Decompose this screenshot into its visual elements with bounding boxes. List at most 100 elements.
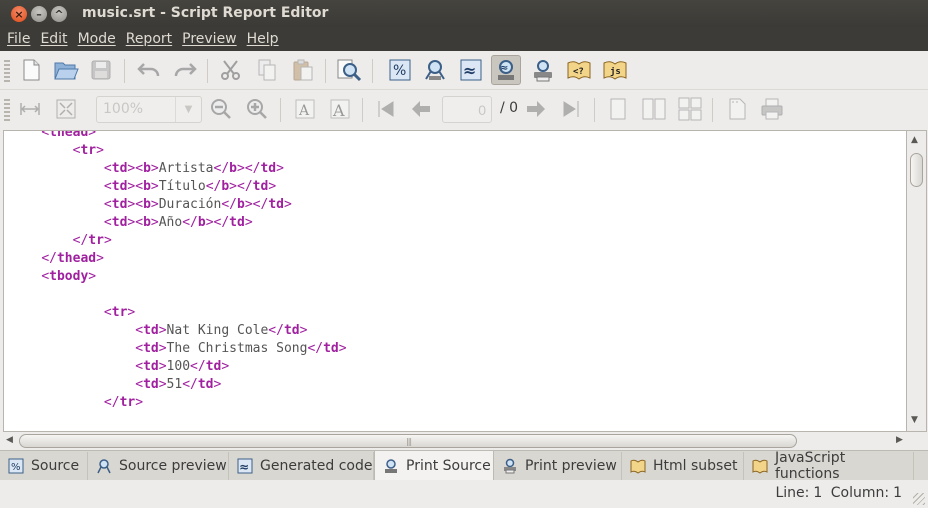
source-editor[interactable]: <thead> <tr> <td><b>Artista</b></td> <td…	[3, 130, 907, 432]
code-token: >	[150, 161, 159, 176]
zoom-combo[interactable]: 100% ▼	[96, 96, 202, 123]
tab-javascript-functions[interactable]: JavaScript functions	[744, 450, 914, 482]
close-window-button[interactable]: ×	[11, 6, 27, 22]
menu-edit[interactable]: Edit	[35, 31, 72, 47]
single-page-button[interactable]	[603, 94, 633, 124]
font-smaller-button[interactable]: A	[290, 94, 320, 124]
svg-text:A: A	[332, 101, 345, 120]
find-button[interactable]	[334, 55, 364, 85]
page-number-input[interactable]	[442, 96, 492, 123]
tab-print-preview[interactable]: Print preview	[494, 452, 622, 480]
code-token: ></	[205, 215, 230, 230]
fit-width-button[interactable]	[15, 94, 45, 124]
redo-button[interactable]	[170, 55, 200, 85]
svg-text:≈: ≈	[500, 63, 508, 74]
code-token: >	[88, 269, 97, 284]
code-line: </thead>	[10, 250, 347, 268]
code-token: thead	[49, 130, 89, 140]
column-value: 1	[893, 485, 902, 501]
copy-button[interactable]	[252, 55, 282, 85]
source-preview-mode-icon	[425, 60, 445, 80]
last-page-icon	[563, 101, 579, 117]
fit-page-button[interactable]	[51, 94, 81, 124]
tab-generated-code[interactable]: ≈ Generated code	[229, 452, 374, 480]
code-token: b	[221, 179, 230, 194]
zoom-out-button[interactable]	[206, 94, 236, 124]
tab-print-source[interactable]: Print Source	[374, 451, 494, 481]
menu-preview[interactable]: Preview	[177, 31, 242, 47]
code-token: </	[190, 359, 206, 374]
code-token: </	[221, 197, 237, 212]
code-token: >	[150, 179, 159, 194]
paste-button[interactable]	[288, 55, 318, 85]
code-line: <td><b>Artista</b></td>	[10, 160, 347, 178]
resize-grip[interactable]	[913, 493, 925, 505]
two-pages-button[interactable]	[639, 94, 669, 124]
menu-help[interactable]: Help	[242, 31, 284, 47]
scroll-up-icon[interactable]: ▲	[911, 135, 918, 145]
next-page-button[interactable]	[521, 94, 551, 124]
new-file-button[interactable]	[16, 55, 46, 85]
code-line: <td>100</td>	[10, 358, 347, 376]
tab-html-subset[interactable]: Html subset	[622, 452, 744, 480]
html-subset-mode-button[interactable]: <?	[564, 55, 594, 85]
menu-file[interactable]: File	[2, 31, 35, 47]
column-label: Column:	[830, 485, 890, 501]
print-button[interactable]	[757, 94, 787, 124]
toolbar-grip[interactable]	[4, 60, 10, 82]
source-mode-button[interactable]: %	[385, 55, 415, 85]
page-setup-button[interactable]	[722, 94, 752, 124]
code-token: td	[252, 179, 269, 194]
code-token: <	[103, 197, 112, 212]
last-page-button[interactable]	[556, 94, 586, 124]
main-toolbar: % ≈ ≈ <? js	[0, 51, 928, 90]
generated-code-mode-button[interactable]: ≈	[456, 55, 486, 85]
code-token: <	[135, 341, 144, 356]
scroll-left-icon[interactable]: ◀	[6, 435, 13, 445]
javascript-functions-mode-button[interactable]: js	[600, 55, 630, 85]
previous-page-button[interactable]	[406, 94, 436, 124]
code-token: b	[229, 161, 237, 176]
code-token: <	[103, 305, 112, 320]
minimize-window-button[interactable]: –	[31, 6, 47, 22]
menu-report[interactable]: Report	[121, 31, 177, 47]
save-file-button[interactable]	[86, 55, 116, 85]
vertical-scrollbar[interactable]: ▲ ▼	[907, 130, 927, 432]
open-folder-icon	[54, 62, 79, 80]
code-token: b	[143, 161, 151, 176]
title-bar: × – ^ music.srt - Script Report Editor	[0, 0, 928, 27]
maximize-window-button[interactable]: ^	[51, 6, 67, 22]
print-source-mode-button[interactable]: ≈	[491, 55, 521, 85]
tab-source-preview[interactable]: Source preview	[88, 452, 229, 480]
print-preview-mode-button[interactable]	[528, 55, 558, 85]
toolbar-grip[interactable]	[4, 99, 10, 121]
horizontal-scrollbar[interactable]: ◀ ||| ▶	[3, 432, 907, 450]
scroll-down-icon[interactable]: ▼	[911, 415, 918, 425]
code-token: >	[127, 305, 136, 320]
scroll-right-icon[interactable]: ▶	[896, 435, 903, 445]
horizontal-scroll-thumb[interactable]: |||	[19, 434, 797, 448]
code-token: </	[72, 233, 89, 248]
menu-mode[interactable]: Mode	[73, 31, 121, 47]
vertical-scroll-thumb[interactable]	[910, 153, 923, 187]
code-token: Artista	[158, 161, 214, 176]
source-preview-mode-button[interactable]	[420, 55, 450, 85]
zoom-in-button[interactable]	[242, 94, 272, 124]
multiple-pages-button[interactable]	[675, 94, 705, 124]
first-page-button[interactable]	[371, 94, 401, 124]
undo-button[interactable]	[134, 55, 164, 85]
cursor-position: Line: 1 Column: 1	[771, 485, 902, 501]
font-larger-button[interactable]: A	[325, 94, 355, 124]
open-file-button[interactable]	[51, 55, 81, 85]
tab-source[interactable]: % Source	[0, 452, 88, 480]
cut-button[interactable]	[216, 55, 246, 85]
scroll-grip-icon: |||	[406, 437, 412, 446]
code-token: <	[41, 130, 50, 140]
copy-icon	[258, 59, 276, 81]
line-value: 1	[813, 485, 823, 501]
code-token: ><	[127, 197, 144, 212]
